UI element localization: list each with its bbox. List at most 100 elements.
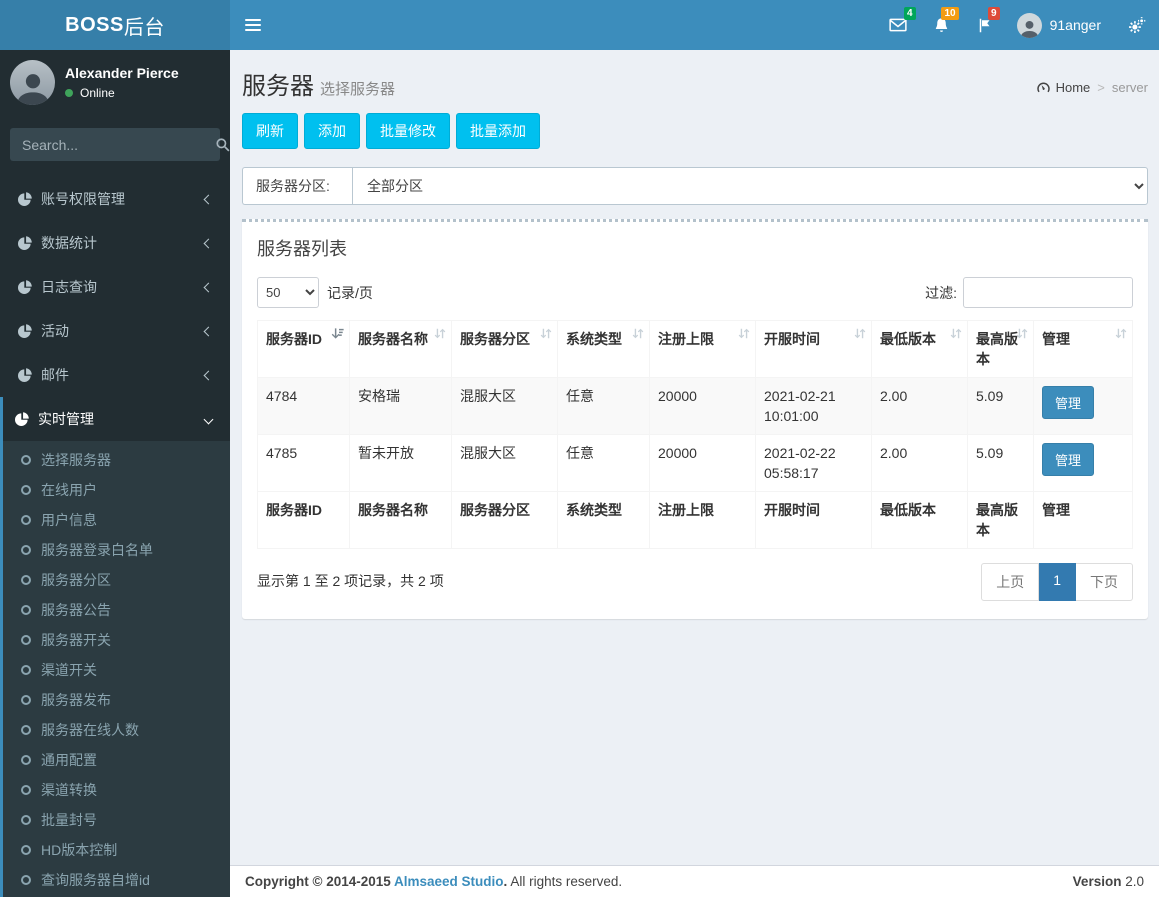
table-row[interactable]: 4785 暂未开放 混服大区 任意 20000 2021-02-22 05:58… [257,434,1133,492]
submenu-item-server-zones[interactable]: 服务器分区 [3,565,230,595]
add-button[interactable]: 添加 [304,113,360,149]
notifications-badge: 10 [941,7,959,20]
circle-icon [21,695,31,705]
online-dot-icon [65,89,73,97]
sidebar-item-data-stats[interactable]: 数据统计 [0,221,230,265]
col-max-version[interactable]: 最高版本 [967,320,1034,378]
sort-icon[interactable] [434,327,446,340]
col-server-zone[interactable]: 服务器分区 [451,320,558,378]
user-avatar [1016,12,1042,38]
cell-server-name: 暂未开放 [349,434,452,492]
col-manage[interactable]: 管理 [1033,320,1133,378]
submenu-item-channel-switch[interactable]: 渠道开关 [3,655,230,685]
sort-icon[interactable] [950,327,962,340]
studio-link[interactable]: Almsaeed Studio [394,874,504,889]
submenu-item-hd-version-control[interactable]: HD版本控制 [3,835,230,865]
footer-col-min-version: 最低版本 [871,491,968,549]
circle-icon [21,515,31,525]
breadcrumb: Home > server [1036,80,1148,95]
notifications-menu[interactable]: 10 [920,0,963,50]
batch-edit-button[interactable]: 批量修改 [366,113,450,149]
manage-button[interactable]: 管理 [1042,386,1095,419]
col-min-version[interactable]: 最低版本 [871,320,968,378]
batch-add-button[interactable]: 批量添加 [456,113,540,149]
search-input[interactable] [10,128,215,161]
chevron-left-icon [203,370,214,380]
submenu-item-general-config[interactable]: 通用配置 [3,745,230,775]
user-status[interactable]: Online [65,86,179,100]
messages-menu[interactable]: 4 [876,0,920,50]
col-open-time[interactable]: 开服时间 [755,320,872,378]
col-server-id[interactable]: 服务器ID [257,320,350,378]
copyright-text: Copyright © 2014-2015 Almsaeed Studio. A… [245,874,623,889]
breadcrumb-home-link[interactable]: Home [1036,80,1090,95]
navbar-right: 4 10 9 91anger [876,0,1159,50]
realtime-management-submenu: 选择服务器 在线用户 用户信息 服务器登录白名单 服务器分区 服务器公告 服务器… [0,441,230,897]
dashboard-icon [1036,81,1051,94]
submenu-item-server-switch[interactable]: 服务器开关 [3,625,230,655]
cell-reg-limit: 20000 [649,434,756,492]
sidebar-toggle-button[interactable] [230,0,275,50]
col-server-name[interactable]: 服务器名称 [349,320,452,378]
submenu-item-user-info[interactable]: 用户信息 [3,505,230,535]
submenu-item-server-online-count[interactable]: 服务器在线人数 [3,715,230,745]
panel-title: 服务器列表 [257,239,347,259]
submenu-item-select-server[interactable]: 选择服务器 [3,445,230,475]
submenu-item-server-announcements[interactable]: 服务器公告 [3,595,230,625]
submenu-item-batch-ban[interactable]: 批量封号 [3,805,230,835]
chevron-left-icon [203,238,214,248]
user-menu[interactable]: 91anger [1004,0,1114,50]
sort-icon[interactable] [738,327,750,340]
sidebar-user-name: Alexander Pierce [65,65,179,81]
cell-min-version: 2.00 [871,434,968,492]
sort-icon[interactable] [854,327,866,340]
sidebar-item-mail[interactable]: 邮件 [0,353,230,397]
cell-server-id: 4785 [257,434,350,492]
settings-menu[interactable] [1114,0,1159,50]
top-navbar: 4 10 9 91anger [230,0,1159,50]
pagination-next-button[interactable]: 下页 [1076,563,1133,601]
sort-icon[interactable] [1016,327,1028,340]
refresh-button[interactable]: 刷新 [242,113,298,149]
table-row[interactable]: 4784 安格瑞 混服大区 任意 20000 2021-02-21 10:01:… [257,377,1133,435]
app-logo[interactable]: BOSS 后台 [0,0,230,50]
sidebar-item-activities[interactable]: 活动 [0,309,230,353]
pie-chart-icon [18,368,32,382]
tasks-menu[interactable]: 9 [963,0,1004,50]
page-title: 服务器 选择服务器 [242,73,396,100]
chevron-left-icon [203,194,214,204]
submenu-item-server-release[interactable]: 服务器发布 [3,685,230,715]
pagination-page-1-button[interactable]: 1 [1039,563,1076,601]
submenu-label: 渠道转换 [41,782,97,798]
submenu-item-online-users[interactable]: 在线用户 [3,475,230,505]
submenu-label: 服务器公告 [41,602,111,618]
submenu-item-login-whitelist[interactable]: 服务器登录白名单 [3,535,230,565]
sort-icon[interactable] [1115,327,1127,340]
table-filter-input[interactable] [963,277,1133,308]
breadcrumb-separator: > [1097,80,1105,95]
sidebar-item-log-query[interactable]: 日志查询 [0,265,230,309]
search-icon [215,137,230,152]
submenu-item-channel-convert[interactable]: 渠道转换 [3,775,230,805]
col-system-type[interactable]: 系统类型 [557,320,650,378]
submenu-item-query-server-autoid[interactable]: 查询服务器自增id [3,865,230,895]
page-size-select[interactable]: 50 [257,277,319,308]
search-button[interactable] [215,128,230,161]
tasks-badge: 9 [988,7,1000,20]
sidebar-item-realtime-management[interactable]: 实时管理 [0,397,230,441]
sort-icon[interactable] [632,327,644,340]
submenu-label: 渠道开关 [41,662,97,678]
cell-open-time: 2021-02-22 05:58:17 [755,434,872,492]
cell-reg-limit: 20000 [649,377,756,435]
pagination-prev-button[interactable]: 上页 [981,563,1040,601]
sidebar-user-avatar [10,60,55,105]
sort-amount-asc-icon[interactable] [331,327,344,340]
sidebar-item-account-permissions[interactable]: 账号权限管理 [0,177,230,221]
sort-icon[interactable] [540,327,552,340]
zone-filter-select[interactable]: 全部分区 [352,167,1148,205]
submenu-label: 选择服务器 [41,452,111,468]
zone-filter-group: 服务器分区: 全部分区 [242,167,1148,205]
circle-icon [21,545,31,555]
col-reg-limit[interactable]: 注册上限 [649,320,756,378]
manage-button[interactable]: 管理 [1042,443,1095,476]
